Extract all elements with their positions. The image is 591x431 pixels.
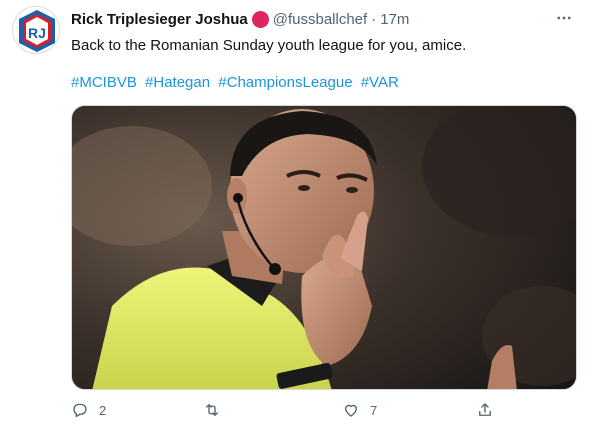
- verified-badge: [251, 10, 269, 28]
- avatar[interactable]: RJ: [12, 6, 60, 54]
- share-button[interactable]: [476, 398, 494, 422]
- tweet-media-image[interactable]: [71, 105, 577, 390]
- separator-dot: ·: [371, 10, 377, 28]
- more-options-icon: [557, 16, 571, 20]
- tweet-card[interactable]: RJ Rick Triplesieger Joshua @fussballche…: [0, 0, 591, 431]
- hashtag-list: #MCIBVB #Hategan #ChampionsLeague #VAR: [71, 73, 403, 93]
- like-button[interactable]: 7: [342, 398, 377, 422]
- more-options-button[interactable]: [553, 10, 575, 26]
- hashtag-link[interactable]: #MCIBVB: [71, 74, 137, 91]
- action-bar: 2 7: [71, 398, 501, 422]
- avatar-initials: RJ: [28, 25, 46, 41]
- display-name[interactable]: Rick Triplesieger Joshua: [71, 11, 248, 28]
- tweet-text: Back to the Romanian Sunday youth league…: [71, 37, 467, 54]
- like-icon: [345, 404, 357, 417]
- like-count: 7: [370, 402, 378, 418]
- referee-photo: [72, 106, 576, 389]
- reply-icon: [73, 403, 87, 418]
- reply-count: 2: [99, 402, 107, 418]
- hashtag-link[interactable]: #VAR: [361, 74, 399, 91]
- reply-button[interactable]: 2: [71, 398, 106, 422]
- retweet-icon: [206, 404, 218, 416]
- user-handle[interactable]: @fussballchef: [273, 11, 367, 28]
- tweet-header: Rick Triplesieger Joshua @fussballchef ·…: [71, 9, 409, 29]
- hashtag-link[interactable]: #Hategan: [145, 74, 210, 91]
- timestamp[interactable]: 17m: [380, 11, 409, 28]
- hashtag-link[interactable]: #ChampionsLeague: [218, 74, 352, 91]
- share-icon: [479, 403, 491, 416]
- avatar-logo: RJ: [19, 10, 55, 52]
- retweet-button[interactable]: [203, 398, 231, 422]
